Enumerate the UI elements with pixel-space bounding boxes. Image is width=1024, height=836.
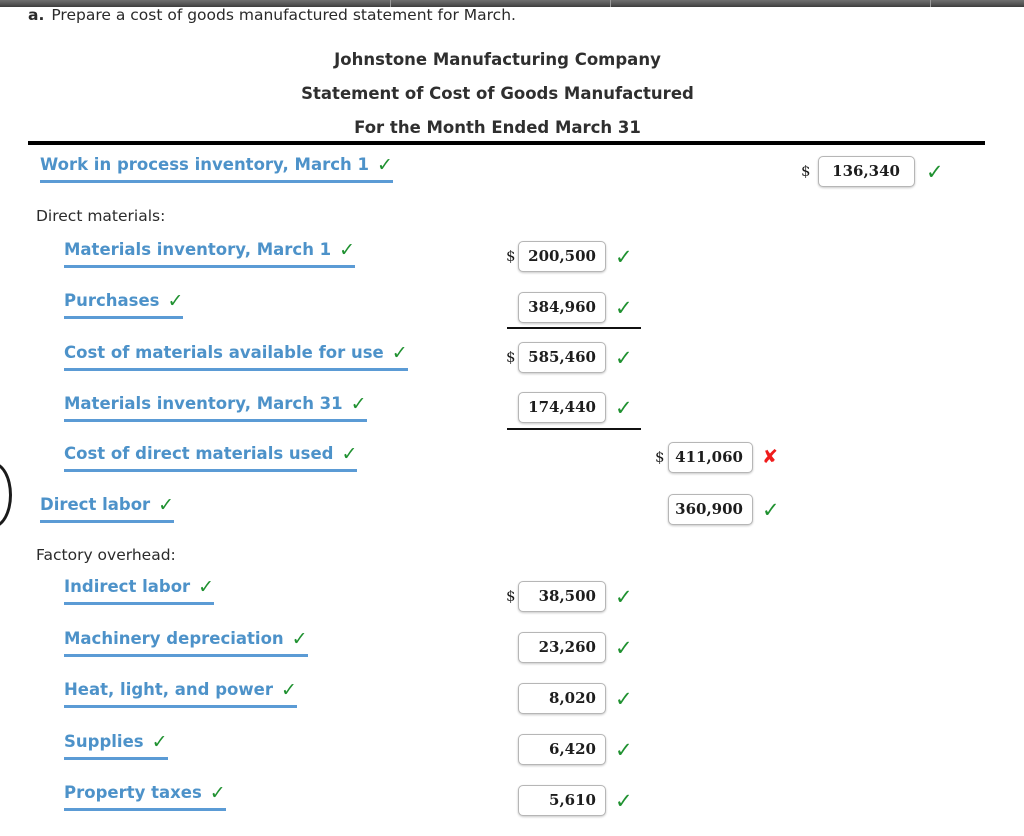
subtotal-rule-1 <box>507 327 641 329</box>
account-label-select-8[interactable]: Indirect labor ✓ <box>64 576 215 605</box>
account-label-select-5[interactable]: Materials inventory, March 31 ✓ <box>64 393 367 422</box>
status-check-icon: ✓ <box>615 687 633 711</box>
currency-symbol: $ <box>506 247 516 265</box>
account-label-text: Supplies <box>64 732 144 751</box>
account-label-text: Purchases <box>64 291 160 310</box>
account-label-select-11[interactable]: Supplies ✓ <box>64 731 168 760</box>
account-label-select-6[interactable]: Cost of direct materials used ✓ <box>64 443 358 472</box>
amount-input-5[interactable]: 174,440 <box>518 392 606 423</box>
label-check-icon: ✓ <box>291 628 308 650</box>
amount-input-8[interactable]: 38,500 <box>518 581 606 612</box>
account-label-select-12[interactable]: Property taxes ✓ <box>64 782 226 811</box>
amount-input-3[interactable]: 384,960 <box>518 292 606 323</box>
account-label-select-9[interactable]: Machinery depreciation ✓ <box>64 628 308 657</box>
statement-body: Work in process inventory, March 1 ✓ $136,… <box>0 0 1024 836</box>
status-check-icon: ✓ <box>615 636 633 660</box>
amount-input-11[interactable]: 6,420 <box>518 734 606 765</box>
amount-input-1[interactable]: 136,340 <box>818 156 915 187</box>
status-check-icon: ✓ <box>615 789 633 813</box>
amount-input-2[interactable]: 200,500 <box>518 241 606 272</box>
status-check-icon: ✓ <box>615 738 633 762</box>
status-cross-icon: ✘ <box>762 446 778 468</box>
account-label-select-4[interactable]: Cost of materials available for use ✓ <box>64 342 408 371</box>
account-label-select-7[interactable]: Direct labor ✓ <box>40 494 175 523</box>
amount-input-4[interactable]: 585,460 <box>518 342 606 373</box>
status-check-icon: ✓ <box>615 396 633 420</box>
label-check-icon: ✓ <box>280 679 297 701</box>
label-check-icon: ✓ <box>376 154 393 176</box>
amount-input-12[interactable]: 5,610 <box>518 785 606 816</box>
subtotal-rule-2 <box>507 428 641 430</box>
account-label-text: Machinery depreciation <box>64 629 284 648</box>
label-check-icon: ✓ <box>167 290 184 312</box>
account-label-text: Heat, light, and power <box>64 680 273 699</box>
currency-symbol: $ <box>506 587 516 605</box>
account-label-text: Indirect labor <box>64 577 191 596</box>
label-check-icon: ✓ <box>198 576 215 598</box>
label-check-icon: ✓ <box>339 239 356 261</box>
account-label-text: Materials inventory, March 1 <box>64 240 332 259</box>
amount-input-10[interactable]: 8,020 <box>518 683 606 714</box>
account-label-text: Cost of materials available for use <box>64 343 384 362</box>
currency-symbol: $ <box>801 162 811 180</box>
account-label-select-10[interactable]: Heat, light, and power ✓ <box>64 679 297 708</box>
account-label-text: Work in process inventory, March 1 <box>40 155 369 174</box>
label-check-icon: ✓ <box>209 782 226 804</box>
label-check-icon: ✓ <box>151 731 168 753</box>
currency-symbol: $ <box>655 448 665 466</box>
label-check-icon: ✓ <box>350 393 367 415</box>
label-check-icon: ✓ <box>341 443 358 465</box>
status-check-icon: ✓ <box>762 498 780 522</box>
status-check-icon: ✓ <box>615 346 633 370</box>
account-label-select-2[interactable]: Materials inventory, March 1 ✓ <box>64 239 356 268</box>
amount-input-6[interactable]: 411,060 <box>668 442 753 473</box>
status-check-icon: ✓ <box>615 585 633 609</box>
section-caption-factory-overhead: Factory overhead: <box>36 546 176 564</box>
amount-input-9[interactable]: 23,260 <box>518 632 606 663</box>
amount-input-7[interactable]: 360,900 <box>668 494 753 525</box>
status-check-icon: ✓ <box>926 160 944 184</box>
account-label-text: Materials inventory, March 31 <box>64 394 343 413</box>
label-check-icon: ✓ <box>158 494 175 516</box>
currency-symbol: $ <box>506 348 516 366</box>
account-label-select-3[interactable]: Purchases ✓ <box>64 290 184 319</box>
account-label-text: Property taxes <box>64 783 202 802</box>
label-check-icon: ✓ <box>391 342 408 364</box>
account-label-select-1[interactable]: Work in process inventory, March 1 ✓ <box>40 154 393 183</box>
account-label-text: Cost of direct materials used <box>64 444 334 463</box>
status-check-icon: ✓ <box>615 296 633 320</box>
status-check-icon: ✓ <box>615 245 633 269</box>
section-caption-direct-materials: Direct materials: <box>36 207 166 225</box>
account-label-text: Direct labor <box>40 495 151 514</box>
